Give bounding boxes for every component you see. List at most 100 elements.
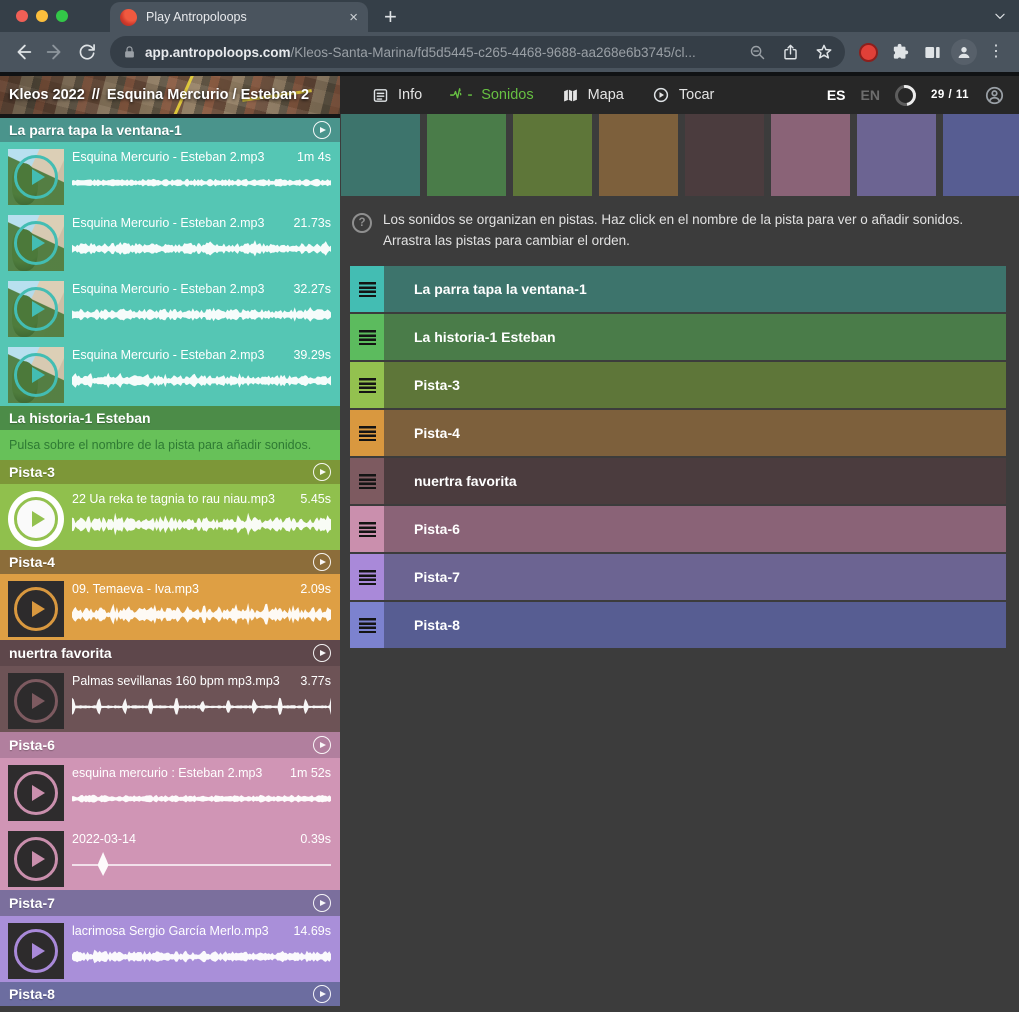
bookmark-star-icon[interactable] xyxy=(815,43,833,61)
tab-search-chevron-icon[interactable] xyxy=(993,9,1007,23)
lang-en-button[interactable]: EN xyxy=(861,87,880,103)
track-play-button[interactable] xyxy=(313,121,331,139)
tab-info[interactable]: Info xyxy=(358,76,436,114)
sound-item[interactable]: 09. Temaeva - Iva.mp32.09s xyxy=(0,574,340,640)
side-panel-icon[interactable] xyxy=(917,37,947,67)
track-play-button[interactable] xyxy=(313,463,331,481)
drag-handle[interactable] xyxy=(350,506,384,552)
sound-item[interactable]: Esquina Mercurio - Esteban 2.mp31m 4s xyxy=(0,142,340,208)
track-header[interactable]: Pista-6 xyxy=(0,732,340,758)
drag-handle[interactable] xyxy=(350,314,384,360)
refresh-button[interactable] xyxy=(72,37,102,67)
track-row[interactable]: nuertra favorita xyxy=(350,458,1006,504)
track-sounds: esquina mercurio : Esteban 2.mp31m 52s 2… xyxy=(0,758,340,890)
sound-item[interactable]: Esquina Mercurio - Esteban 2.mp332.27s xyxy=(0,274,340,340)
browser-menu-icon[interactable]: ⋮ xyxy=(981,37,1011,67)
waveform[interactable] xyxy=(72,300,331,330)
sound-item[interactable]: Esquina Mercurio - Esteban 2.mp339.29s xyxy=(0,340,340,406)
new-tab-button[interactable]: + xyxy=(384,6,397,28)
track-play-button[interactable] xyxy=(313,553,331,571)
sound-thumbnail[interactable] xyxy=(8,347,64,403)
sound-item[interactable]: lacrimosa Sergio García Merlo.mp314.69s xyxy=(0,916,340,982)
zoom-out-icon[interactable] xyxy=(749,44,766,61)
window-zoom-button[interactable] xyxy=(56,10,68,22)
waveform[interactable] xyxy=(72,692,331,722)
waveform[interactable] xyxy=(72,234,331,264)
track-row[interactable]: Pista-8 xyxy=(350,602,1006,648)
sound-thumbnail[interactable] xyxy=(8,491,64,547)
track-play-button[interactable] xyxy=(313,985,331,1003)
track-play-button[interactable] xyxy=(313,736,331,754)
sound-item[interactable]: 22 Ua reka te tagnia to rau niau.mp35.45… xyxy=(0,484,340,550)
waveform[interactable] xyxy=(72,510,331,540)
drag-handle[interactable] xyxy=(350,554,384,600)
sound-thumbnail[interactable] xyxy=(8,923,64,979)
sound-thumbnail[interactable] xyxy=(8,831,64,887)
tab-info-label: Info xyxy=(398,87,422,103)
sound-item[interactable]: esquina mercurio : Esteban 2.mp31m 52s xyxy=(0,758,340,824)
track-header[interactable]: Pista-4 xyxy=(0,550,340,574)
track-color-swatch xyxy=(943,114,1019,196)
waveform[interactable] xyxy=(72,168,331,198)
sound-item[interactable]: Esquina Mercurio - Esteban 2.mp321.73s xyxy=(0,208,340,274)
track-header[interactable]: nuertra favorita xyxy=(0,640,340,666)
window-close-button[interactable] xyxy=(16,10,28,22)
profile-avatar[interactable] xyxy=(949,37,979,67)
share-icon[interactable] xyxy=(782,44,799,61)
lock-icon[interactable] xyxy=(122,45,137,60)
sound-duration: 21.73s xyxy=(293,215,331,231)
waveform[interactable] xyxy=(72,784,331,814)
sound-thumbnail[interactable] xyxy=(8,281,64,337)
track-play-button[interactable] xyxy=(313,644,331,662)
track-row[interactable]: Pista-6 xyxy=(350,506,1006,552)
drag-handle[interactable] xyxy=(350,602,384,648)
extensions-puzzle-icon[interactable] xyxy=(885,37,915,67)
waveform[interactable] xyxy=(72,850,331,880)
track-play-button[interactable] xyxy=(313,894,331,912)
sound-item[interactable]: Palmas sevillanas 160 bpm mp3.mp33.77s xyxy=(0,666,340,732)
play-icon xyxy=(14,155,58,199)
drag-handle[interactable] xyxy=(350,458,384,504)
waveform[interactable] xyxy=(72,600,331,630)
sound-item[interactable]: 2022-03-140.39s xyxy=(0,824,340,890)
track-header[interactable]: Pista-7 xyxy=(0,890,340,916)
help-icon[interactable]: ? xyxy=(352,213,372,233)
tab-mapa[interactable]: Mapa xyxy=(548,76,638,114)
track-header[interactable]: La parra tapa la ventana-1 xyxy=(0,118,340,142)
track-row[interactable]: La historia-1 Esteban xyxy=(350,314,1006,360)
url-bar[interactable]: app.antropoloops.com/Kleos-Santa-Marina/… xyxy=(110,36,845,68)
track-header[interactable]: Pista-3 xyxy=(0,460,340,484)
window-minimize-button[interactable] xyxy=(36,10,48,22)
sidebar-track-pista-7: Pista-7 lacrimosa Sergio García Merlo.mp… xyxy=(0,890,340,982)
drag-handle[interactable] xyxy=(350,410,384,456)
tab-close-icon[interactable]: × xyxy=(349,10,358,25)
help-row: ? Los sonidos se organizan en pistas. Ha… xyxy=(352,209,979,251)
breadcrumb-project[interactable]: Kleos 2022 xyxy=(9,87,85,103)
sound-thumbnail[interactable] xyxy=(8,673,64,729)
sound-thumbnail[interactable] xyxy=(8,149,64,205)
browser-tab[interactable]: Play Antropoloops × xyxy=(110,2,368,32)
drag-handle[interactable] xyxy=(350,266,384,312)
tab-tocar[interactable]: Tocar xyxy=(638,76,728,114)
track-row-label: Pista-8 xyxy=(384,617,460,633)
account-icon[interactable] xyxy=(984,85,1005,106)
forward-button[interactable] xyxy=(40,37,70,67)
track-row[interactable]: Pista-4 xyxy=(350,410,1006,456)
track-row[interactable]: Pista-3 xyxy=(350,362,1006,408)
tab-sonidos[interactable]: Sonidos xyxy=(436,76,547,114)
drag-handle[interactable] xyxy=(350,362,384,408)
sound-thumbnail[interactable] xyxy=(8,581,64,637)
waveform[interactable] xyxy=(72,942,331,972)
sound-duration: 39.29s xyxy=(293,347,331,363)
sound-thumbnail[interactable] xyxy=(8,765,64,821)
track-row[interactable]: Pista-7 xyxy=(350,554,1006,600)
track-header[interactable]: Pista-8 xyxy=(0,982,340,1006)
track-header[interactable]: La historia-1 Esteban xyxy=(0,406,340,430)
back-button[interactable] xyxy=(8,37,38,67)
sound-thumbnail[interactable] xyxy=(8,215,64,271)
track-row[interactable]: La parra tapa la ventana-1 xyxy=(350,266,1006,312)
sounds-panel: ? Los sonidos se organizan en pistas. Ha… xyxy=(340,114,1019,1012)
lang-es-button[interactable]: ES xyxy=(827,87,846,103)
waveform[interactable] xyxy=(72,366,331,396)
recording-indicator-icon[interactable] xyxy=(853,37,883,67)
